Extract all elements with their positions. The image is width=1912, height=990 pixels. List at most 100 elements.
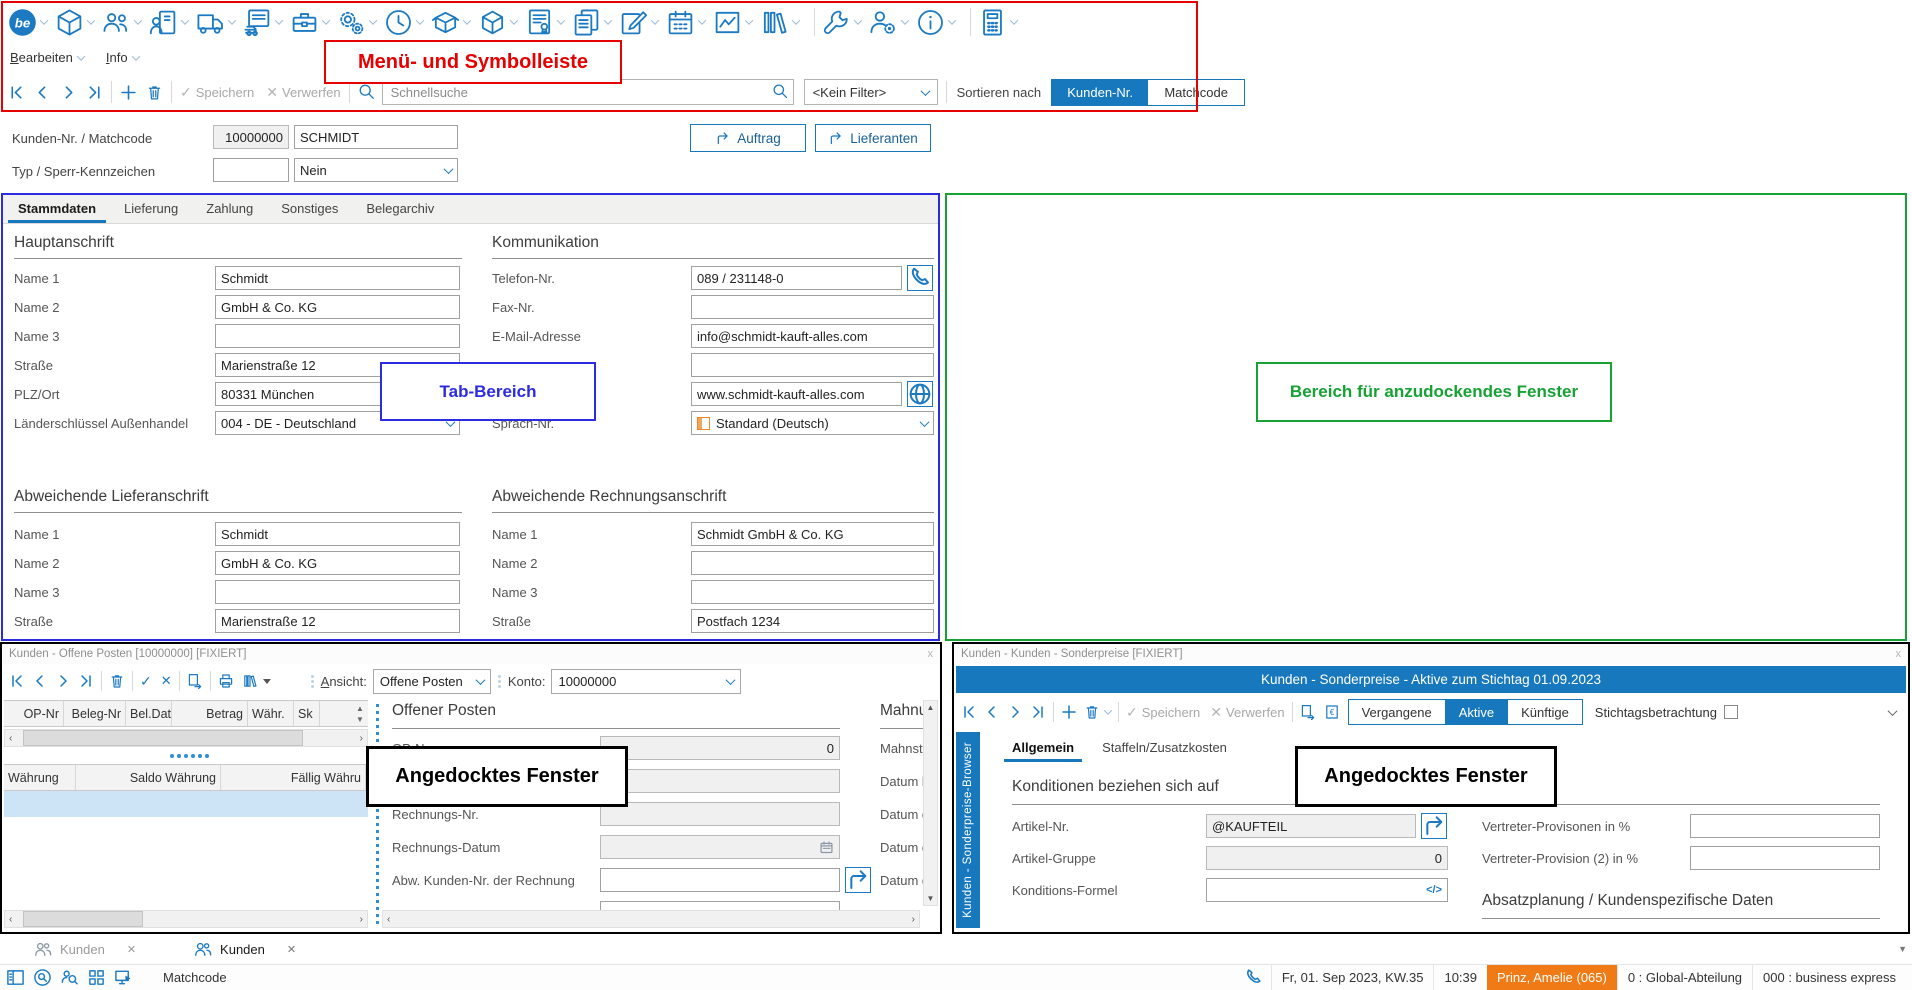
tab-zahlung[interactable]: Zahlung [192,194,267,223]
projekte-icon[interactable] [290,8,332,37]
scroll-left-icon[interactable]: ‹ [5,914,16,925]
reports-icon[interactable] [242,673,258,689]
scroll-left-icon[interactable]: ‹ [5,733,16,744]
next-record-icon[interactable] [55,673,71,689]
vergangene-button[interactable]: Vergangene [1349,700,1446,724]
previous-record-icon[interactable] [32,673,48,689]
liefer-name2-field[interactable]: GmbH & Co. KG [215,551,460,575]
name2-field[interactable]: GmbH & Co. KG [215,295,460,319]
filter-dropdown[interactable]: <Kein Filter> [804,79,938,105]
document-tab-kunden-2[interactable]: Kunden ✕ [180,940,310,958]
last-record-icon[interactable] [86,84,103,101]
rechnung-strasse-field[interactable]: Postfach 1234 [691,609,934,633]
close-icon[interactable]: ✕ [127,943,136,956]
status-user-badge[interactable]: Prinz, Amelie (065) [1487,965,1617,990]
scroll-down-icon[interactable]: ▼ [927,892,935,905]
liefer-name3-field[interactable] [215,580,460,604]
search-bubble-icon[interactable] [33,968,52,987]
previous-record-icon[interactable] [34,84,51,101]
horizontal-scrollbar[interactable]: ‹ › [382,910,920,928]
rechnungsnr-field[interactable] [600,802,840,826]
name1-field[interactable]: Schmidt [215,266,460,290]
horizontal-scrollbar[interactable]: ‹ › [4,910,368,928]
tab-sonstiges[interactable]: Sonstiges [267,194,352,223]
email-field[interactable]: info@schmidt-kauft-alles.com [691,324,934,348]
scroll-up-icon[interactable]: ▲ [927,701,935,714]
logo-be-icon[interactable]: be [8,8,50,37]
formula-icon[interactable]: </> [1426,884,1442,896]
auftrag-button[interactable]: Auftrag [690,124,806,152]
op-field-2[interactable] [600,769,840,793]
transfer-document-icon[interactable] [187,673,203,689]
benutzer-einstellungen-icon[interactable] [869,8,911,37]
column-header[interactable]: Währ. [248,701,294,726]
jump-to-artikel-button[interactable] [1421,813,1447,839]
status-department[interactable]: 0 : Global-Abteilung [1617,965,1752,990]
cancel-icon[interactable]: ✕ [161,673,172,689]
scroll-left-icon[interactable]: ‹ [383,914,394,925]
kommunikation-extra-field[interactable] [691,353,934,377]
corner-caret-icon[interactable]: ▼ [1898,944,1907,954]
ansicht-dropdown[interactable]: Offene Posten [373,669,491,694]
lieferanten-akte-icon[interactable] [243,8,285,37]
calendar-icon[interactable] [819,840,834,855]
matchcode-field[interactable]: SCHMIDT [294,125,458,149]
transfer-document-icon[interactable] [1300,704,1316,720]
next-record-icon[interactable] [1007,704,1023,720]
tab-lieferung[interactable]: Lieferung [110,194,192,223]
tab-staffeln[interactable]: Staffeln/Zusatzkosten [1088,732,1241,762]
rechnung-name1-field[interactable]: Schmidt GmbH & Co. KG [691,522,934,546]
konditionsformel-field[interactable]: </> [1206,878,1448,902]
last-record-icon[interactable] [1030,704,1046,720]
splitter-handle[interactable] [376,704,379,924]
provision2-field[interactable] [1690,846,1880,870]
liefer-name1-field[interactable]: Schmidt [215,522,460,546]
rechnung-name2-field[interactable] [691,551,934,575]
delete-record-icon[interactable] [109,673,125,689]
scroll-up-down-icons[interactable]: ▲▼ [352,701,368,726]
liefer-strasse-field[interactable]: Marienstraße 12 [215,609,460,633]
rechner-icon[interactable] [978,8,1020,37]
sonderpreise-browser-side-tab[interactable]: Kunden - Sonderpreise-Browser [956,732,980,928]
last-record-icon[interactable] [78,673,94,689]
column-header[interactable]: Beleg-Nr [64,701,126,726]
dokumente-icon[interactable] [572,8,614,37]
close-icon[interactable]: x [928,648,934,660]
konto-dropdown[interactable]: 10000000 [551,669,741,694]
menu-info[interactable]: Info [106,50,139,65]
lager-icon[interactable] [478,8,520,37]
werkzeuge-icon[interactable] [822,8,864,37]
column-header[interactable]: Bel.Dat. [126,701,172,726]
sort-kundennr-button[interactable]: Kunden-Nr. [1052,80,1148,105]
price-document-icon[interactable]: € [1324,704,1340,720]
typ-field[interactable] [213,158,289,182]
drag-handle-dots[interactable] [170,754,209,758]
confirm-icon[interactable]: ✓ [140,673,152,690]
jump-to-invoice-button[interactable] [845,867,871,893]
status-company[interactable]: 000 : business express [1752,965,1906,990]
discard-button[interactable]: ✕Verwerfen [266,84,340,101]
scroll-right-icon[interactable]: › [356,914,367,925]
sperrkennzeichen-dropdown[interactable]: Nein [294,158,458,182]
artikelnr-field[interactable]: @KAUFTEIL [1206,814,1416,838]
column-header[interactable]: OP-Nr [4,701,64,726]
auswertungen-icon[interactable] [713,8,755,37]
person-search-icon[interactable] [60,968,79,987]
chevron-down-icon[interactable] [1104,706,1112,714]
panel-view-icon[interactable] [6,968,25,987]
menu-bearbeiten[interactable]: Bearbeiten [10,50,84,65]
chevron-down-icon[interactable] [1888,706,1898,716]
artikelgruppe-field[interactable]: 0 [1206,846,1448,870]
info-icon[interactable] [916,8,958,37]
einstellungen-icon[interactable] [337,8,379,37]
zeiterfassung-icon[interactable] [384,8,426,37]
close-icon[interactable]: x [1896,648,1902,660]
open-website-button[interactable] [907,381,933,407]
website-field[interactable]: www.schmidt-kauft-alles.com [691,382,902,406]
column-header[interactable]: Fällig Währu [221,765,366,790]
provision1-field[interactable] [1690,814,1880,838]
kundennr-field[interactable]: 10000000 [213,125,289,149]
rechnungsdatum-field[interactable] [600,835,840,859]
tab-allgemein[interactable]: Allgemein [998,732,1088,762]
tab-belegarchiv[interactable]: Belegarchiv [352,194,448,223]
